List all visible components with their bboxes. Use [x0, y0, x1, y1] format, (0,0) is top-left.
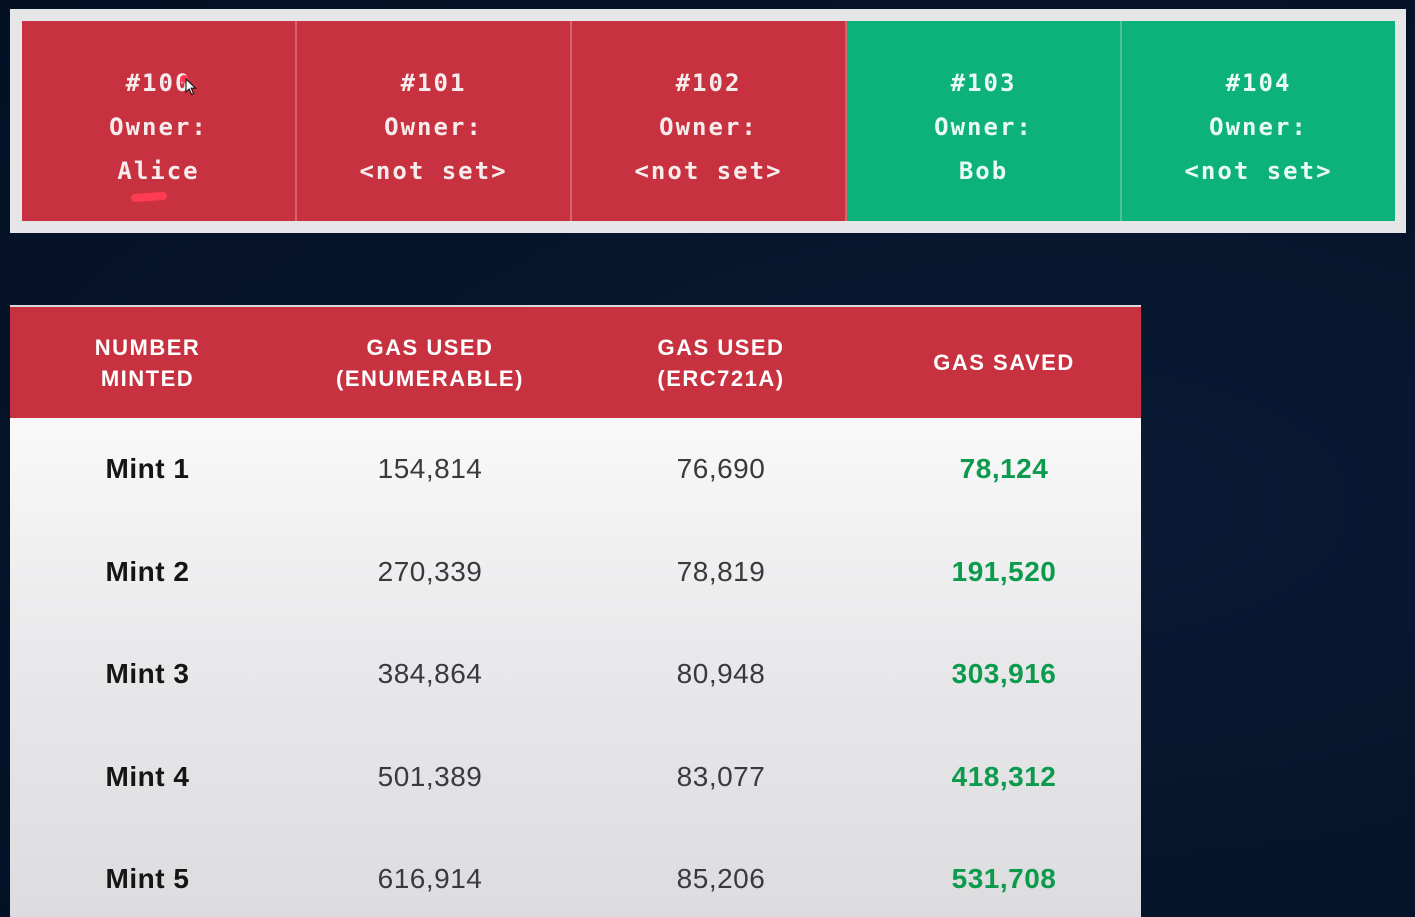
- gas-comparison-table: NUMBER MINTED GAS USED (ENUMERABLE) GAS …: [10, 305, 1141, 917]
- row-label: Mint 3: [105, 658, 190, 690]
- token-owner-label: Owner:: [934, 113, 1033, 141]
- gas-enumerable-cell: 270,339: [377, 555, 483, 587]
- gas-enumerable-cell: 384,864: [377, 658, 483, 690]
- gas-erc721a-cell: 78,819: [676, 555, 766, 587]
- token-owner: <not set>: [1184, 157, 1333, 185]
- gas-erc721a-cell: 76,690: [676, 453, 766, 485]
- row-label: Mint 2: [105, 555, 190, 587]
- token-owner-label: Owner:: [384, 113, 483, 141]
- gas-enumerable-cell: 501,389: [377, 760, 483, 792]
- gas-saved-cell: 78,124: [959, 453, 1049, 485]
- token-card-103: #103 Owner: Bob: [847, 21, 1122, 221]
- header-number-minted: NUMBER MINTED: [94, 334, 201, 391]
- token-ownership-panel: #100 Owner: Alice #101 Owner: <not set> …: [10, 9, 1406, 233]
- table-row: Mint 2 270,339 78,819 191,520: [10, 521, 1141, 624]
- row-label: Mint 5: [105, 863, 190, 895]
- gas-enumerable-cell: 154,814: [377, 453, 483, 485]
- gas-erc721a-cell: 80,948: [676, 658, 766, 690]
- token-id: #102: [675, 69, 742, 97]
- token-row: #100 Owner: Alice #101 Owner: <not set> …: [22, 21, 1395, 221]
- token-id: #101: [400, 69, 467, 97]
- token-owner-label: Owner:: [659, 113, 758, 141]
- table-header: NUMBER MINTED GAS USED (ENUMERABLE) GAS …: [10, 307, 1141, 418]
- token-owner: Bob: [958, 157, 1009, 185]
- header-gas-used-enumerable: GAS USED (ENUMERABLE): [336, 334, 524, 391]
- row-label: Mint 1: [105, 453, 190, 485]
- token-card-104: #104 Owner: <not set>: [1122, 21, 1395, 221]
- token-owner: <not set>: [634, 157, 783, 185]
- token-owner: <not set>: [359, 157, 508, 185]
- header-gas-saved: GAS SAVED: [933, 350, 1075, 375]
- token-card-102: #102 Owner: <not set>: [572, 21, 847, 221]
- token-card-100: #100 Owner: Alice: [22, 21, 297, 221]
- table-row: Mint 3 384,864 80,948 303,916: [10, 623, 1141, 726]
- row-label: Mint 4: [105, 760, 190, 792]
- token-card-101: #101 Owner: <not set>: [297, 21, 572, 221]
- token-id: #100: [125, 69, 192, 97]
- header-gas-used-erc721a: GAS USED (ERC721A): [657, 334, 785, 391]
- gas-erc721a-cell: 83,077: [676, 760, 766, 792]
- table-row: Mint 4 501,389 83,077 418,312: [10, 726, 1141, 829]
- gas-saved-cell: 418,312: [951, 760, 1057, 792]
- token-id: #103: [950, 69, 1017, 97]
- gas-saved-cell: 531,708: [951, 863, 1057, 895]
- gas-saved-cell: 303,916: [951, 658, 1057, 690]
- mouse-pointer-icon: [185, 78, 197, 96]
- token-owner-label: Owner:: [109, 113, 208, 141]
- gas-enumerable-cell: 616,914: [377, 863, 483, 895]
- gas-erc721a-cell: 85,206: [676, 863, 766, 895]
- token-owner-label: Owner:: [1209, 113, 1308, 141]
- table-row: Mint 1 154,814 76,690 78,124: [10, 418, 1141, 521]
- annotation-underline-mark: [130, 191, 168, 203]
- table-row: Mint 5 616,914 85,206 531,708: [10, 828, 1141, 917]
- gas-saved-cell: 191,520: [951, 555, 1057, 587]
- token-id: #104: [1225, 69, 1292, 97]
- token-owner: Alice: [117, 157, 200, 185]
